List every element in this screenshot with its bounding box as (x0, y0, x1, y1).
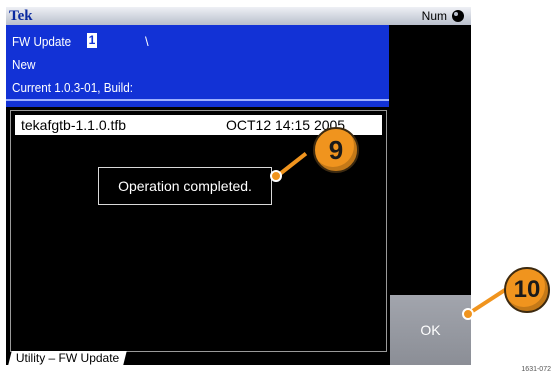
divider (6, 99, 389, 101)
callout-10-dot (462, 308, 474, 320)
callout-9-badge: 9 (313, 127, 359, 173)
figure-reference: 1631-072 (521, 366, 551, 373)
file-name: tekafgtb-1.1.0.tfb (21, 117, 127, 133)
fw-update-title: FW Update (12, 34, 72, 49)
callout-10-label: 10 (513, 276, 541, 303)
title-bar: Tek Num (6, 7, 471, 25)
tab-label: Utility – FW Update (15, 351, 120, 365)
info-panel: FW Update 1 \ New Current 1.0.3-01, Buil… (6, 25, 389, 107)
dialog-message: Operation completed. (118, 178, 252, 194)
brand-logo: Tek (9, 8, 33, 24)
tab-utility-fw-update[interactable]: Utility – FW Update (8, 351, 128, 365)
callout-10-badge: 10 (504, 267, 550, 313)
current-version-label: Current 1.0.3-01, Build: (12, 80, 133, 95)
path-separator: \ (145, 34, 149, 49)
operation-message-dialog: Operation completed. (98, 167, 272, 205)
ok-button-label: OK (420, 322, 441, 338)
num-status: Num (421, 9, 447, 23)
ok-button[interactable]: OK (390, 295, 471, 365)
softkey-column: OK (390, 25, 471, 365)
new-version-label: New (12, 57, 36, 72)
callout-9-label: 9 (328, 135, 344, 165)
disc-icon (452, 10, 464, 22)
instrument-screen: Tek Num FW Update 1 \ New Current 1.0.3-… (6, 7, 471, 365)
cursor-field[interactable]: 1 (87, 33, 97, 48)
callout-9-dot (270, 170, 282, 182)
